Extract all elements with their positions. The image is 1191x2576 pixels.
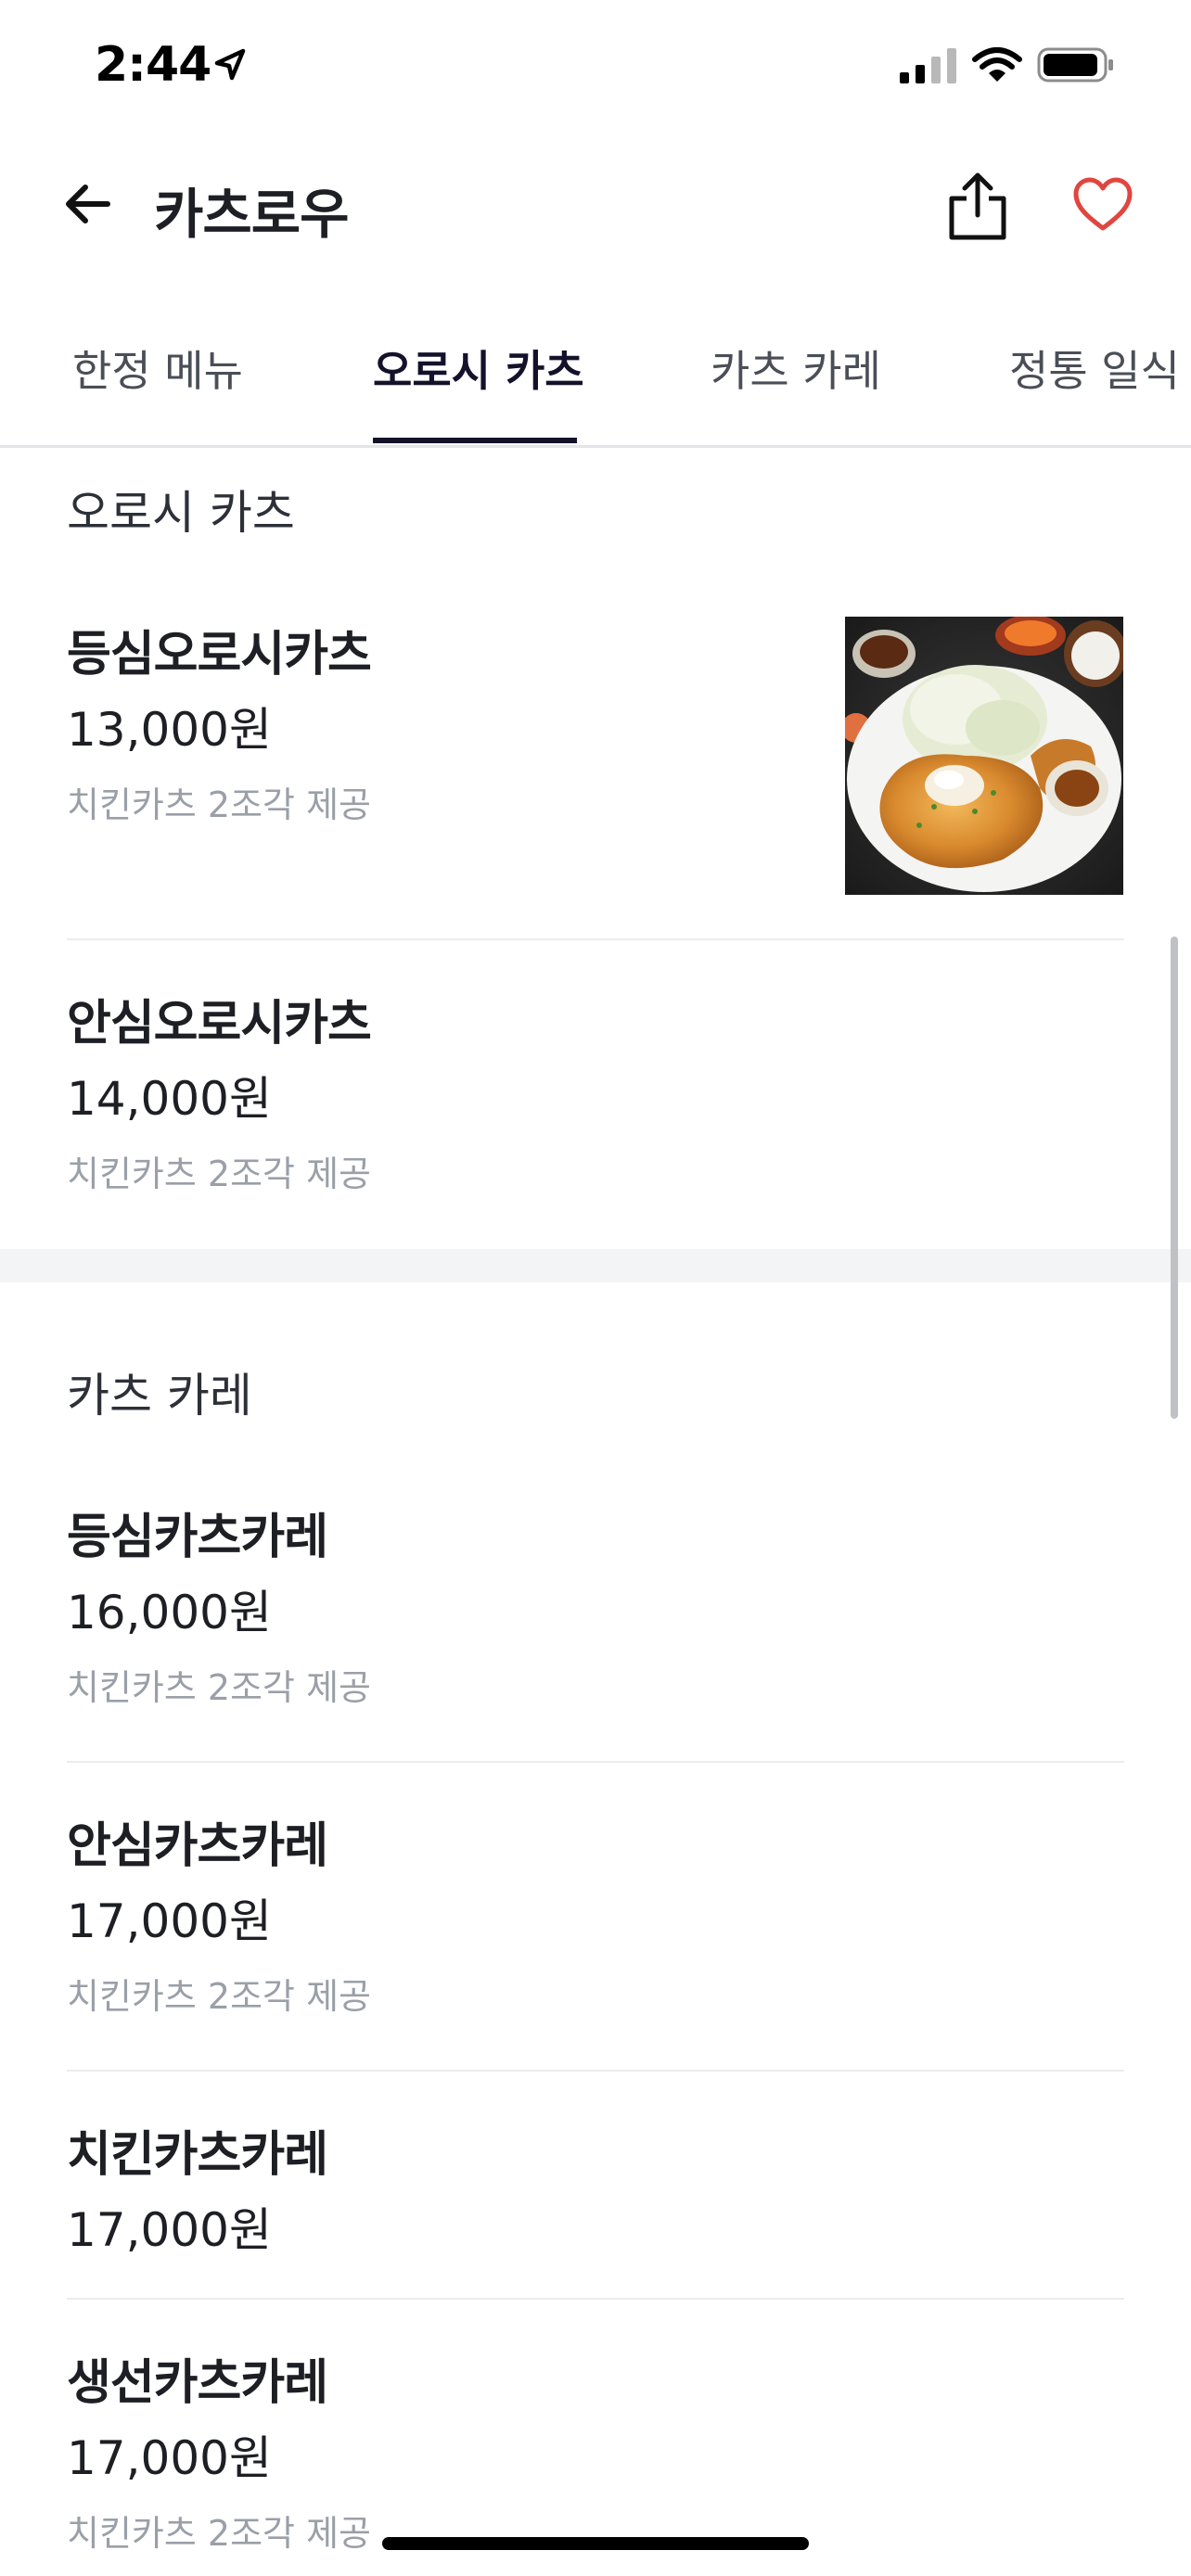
menu-item[interactable]: 생선카츠카레 17,000원 치킨카츠 2조각 제공 xyxy=(67,2343,1124,2554)
menu-item[interactable]: 등심카츠카레 16,000원 치킨카츠 2조각 제공 xyxy=(67,1498,1124,1708)
menu-item-name: 안심오로시카츠 xyxy=(67,996,372,1052)
home-indicator[interactable] xyxy=(382,2537,809,2550)
section-separator xyxy=(0,1249,1191,1282)
menu-item[interactable]: 치킨카츠카레 17,000원 xyxy=(67,2115,1124,2257)
share-icon[interactable] xyxy=(944,171,1011,241)
food-photo[interactable] xyxy=(845,617,1123,895)
menu-item-name: 치킨카츠카레 xyxy=(67,2127,328,2183)
menu-item-name: 등심카츠카레 xyxy=(67,1510,328,1565)
cellular-signal-icon xyxy=(900,48,956,83)
menu-item[interactable]: 안심오로시카츠 14,000원 치킨카츠 2조각 제공 xyxy=(67,984,1124,1194)
section-title-oroshi-katsu: 오로시 카츠 xyxy=(67,486,295,540)
menu-item-price: 16,000원 xyxy=(67,1586,272,1639)
menu-item-price: 14,000원 xyxy=(67,1072,272,1126)
menu-item-price: 17,000원 xyxy=(67,2431,272,2485)
location-arrow-icon xyxy=(214,48,246,81)
menu-item-description: 치킨카츠 2조각 제공 xyxy=(67,1667,372,1708)
menu-item-description: 치킨카츠 2조각 제공 xyxy=(67,2513,372,2554)
menu-item-description: 치킨카츠 2조각 제공 xyxy=(67,1154,372,1194)
tab-katsu-curry[interactable]: 카츠 카레 xyxy=(711,338,881,399)
status-time: 2:44 xyxy=(95,37,211,93)
tab-limited-menu[interactable]: 한정 메뉴 xyxy=(72,338,243,399)
menu-item-price: 13,000원 xyxy=(67,703,272,757)
favorite-heart-icon[interactable] xyxy=(1072,176,1133,234)
tab-traditional-japanese[interactable]: 정통 일식 xyxy=(1009,338,1180,399)
item-divider xyxy=(67,2298,1124,2300)
category-tabs: 한정 메뉴 오로시 카츠 카츠 카레 정통 일식 xyxy=(0,306,1191,448)
active-tab-indicator xyxy=(373,438,577,443)
scrollbar[interactable] xyxy=(1171,937,1178,1419)
item-divider xyxy=(67,938,1124,940)
item-divider xyxy=(67,1761,1124,1763)
menu-item-description: 치킨카츠 2조각 제공 xyxy=(67,784,372,825)
menu-item-price: 17,000원 xyxy=(67,2203,272,2257)
status-bar: 2:44 xyxy=(0,0,1191,139)
section-title-katsu-curry: 카츠 카레 xyxy=(67,1369,252,1422)
menu-item-price: 17,000원 xyxy=(67,1894,272,1948)
item-divider xyxy=(67,2070,1124,2072)
menu-item-description: 치킨카츠 2조각 제공 xyxy=(67,1976,372,2017)
wifi-icon xyxy=(972,47,1022,82)
back-arrow-icon[interactable] xyxy=(59,176,115,232)
battery-icon xyxy=(1037,47,1113,83)
menu-item-name: 생선카츠카레 xyxy=(67,2355,328,2411)
menu-item-name: 등심오로시카츠 xyxy=(67,627,372,682)
menu-item[interactable]: 안심카츠카레 17,000원 치킨카츠 2조각 제공 xyxy=(67,1806,1124,2017)
store-title: 카츠로우 xyxy=(154,183,349,246)
app-header: 카츠로우 xyxy=(0,139,1191,278)
menu-item-name: 안심카츠카레 xyxy=(67,1818,328,1874)
tab-oroshi-katsu[interactable]: 오로시 카츠 xyxy=(373,338,584,399)
